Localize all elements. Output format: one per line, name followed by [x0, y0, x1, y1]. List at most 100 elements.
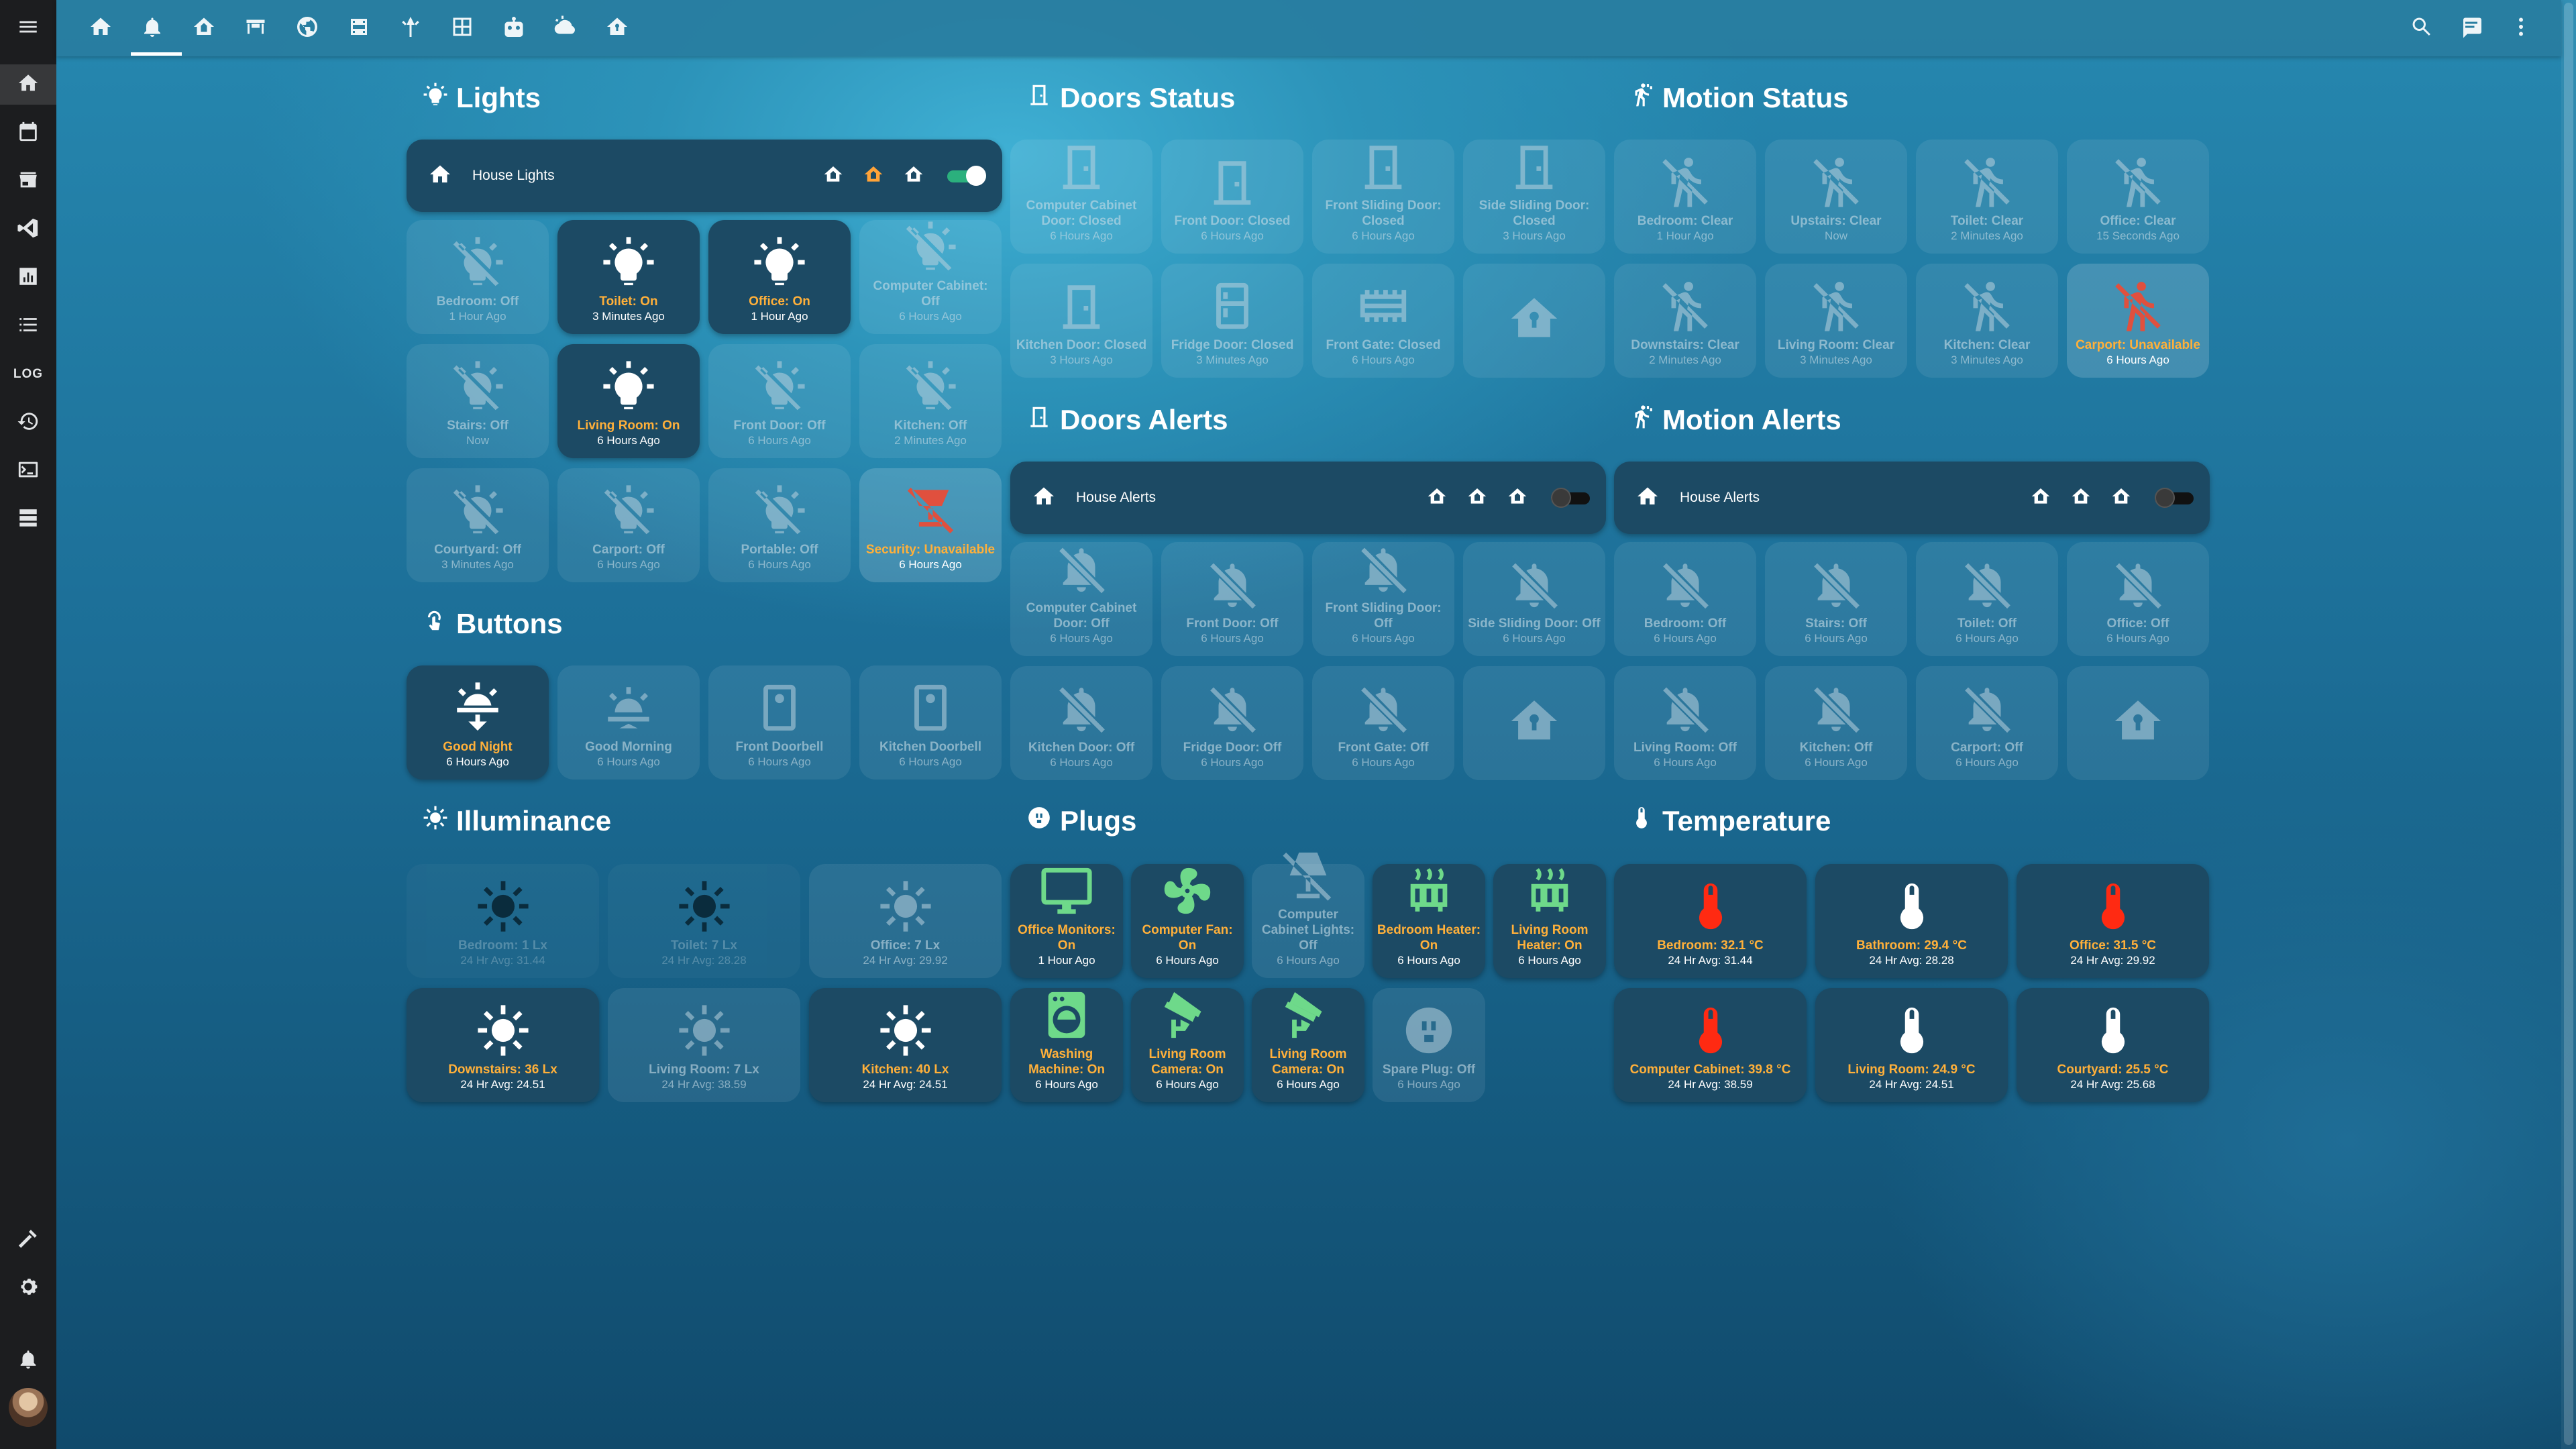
- temperature-tile[interactable]: Living Room: 24.9 °C 24 Hr Avg: 24.51: [1815, 988, 2008, 1102]
- scrollbar-thumb[interactable]: [2564, 3, 2573, 1445]
- lights-tile[interactable]: Courtyard: Off 3 Minutes Ago: [407, 468, 549, 582]
- motion-alerts-tile[interactable]: [2067, 666, 2209, 780]
- lights-tile[interactable]: Carport: Off 6 Hours Ago: [557, 468, 700, 582]
- sidebar-item-menu[interactable]: [0, 8, 56, 48]
- house-on-icon[interactable]: [1488, 486, 1528, 511]
- motion-status-tile[interactable]: Office: Clear 15 Seconds Ago: [2067, 140, 2209, 254]
- house-lights-control[interactable]: House Lights: [407, 140, 1002, 212]
- doors-alerts-tile[interactable]: Side Sliding Door: Off 6 Hours Ago: [1463, 542, 1605, 656]
- motion-status-tile[interactable]: Upstairs: Clear Now: [1765, 140, 1907, 254]
- search-button[interactable]: [2402, 8, 2442, 48]
- illuminance-tile[interactable]: Living Room: 7 Lx 24 Hr Avg: 38.59: [608, 988, 800, 1102]
- lights-tile[interactable]: Kitchen: Off 2 Minutes Ago: [859, 344, 1002, 458]
- sidebar-item-home[interactable]: [0, 64, 56, 105]
- sidebar-item-store[interactable]: [0, 161, 56, 201]
- motion-alerts-tile[interactable]: Stairs: Off 6 Hours Ago: [1765, 542, 1907, 656]
- house-active-icon[interactable]: [1448, 486, 1488, 511]
- motion-alerts-tile[interactable]: Living Room: Off 6 Hours Ago: [1614, 666, 1756, 780]
- lights-tile[interactable]: Stairs: Off Now: [407, 344, 549, 458]
- house-active-icon[interactable]: [2051, 486, 2092, 511]
- chat-button[interactable]: [2451, 8, 2491, 48]
- plugs-tile[interactable]: Office Monitors: On 1 Hour Ago: [1010, 864, 1123, 978]
- temperature-tile[interactable]: Computer Cabinet: 39.8 °C 24 Hr Avg: 38.5…: [1614, 988, 1807, 1102]
- view-tab-10[interactable]: [545, 8, 586, 48]
- lights-tile[interactable]: Portable: Off 6 Hours Ago: [708, 468, 851, 582]
- plugs-tile[interactable]: Living Room Camera: On 6 Hours Ago: [1131, 988, 1244, 1102]
- sidebar-item-hammer[interactable]: [0, 1220, 56, 1260]
- sidebar-item-history[interactable]: [0, 402, 56, 443]
- temperature-tile[interactable]: Bathroom: 29.4 °C 24 Hr Avg: 28.28: [1815, 864, 2008, 978]
- lights-tile[interactable]: Computer Cabinet: Off 6 Hours Ago: [859, 220, 1002, 334]
- temperature-tile[interactable]: Office: 31.5 °C 24 Hr Avg: 29.92: [2017, 864, 2209, 978]
- illuminance-tile[interactable]: Kitchen: 40 Lx 24 Hr Avg: 24.51: [809, 988, 1002, 1102]
- buttons-tile[interactable]: Front Doorbell 6 Hours Ago: [708, 665, 851, 780]
- sidebar-item-server[interactable]: [0, 499, 56, 539]
- illuminance-tile[interactable]: Bedroom: 1 Lx 24 Hr Avg: 31.44: [407, 864, 599, 978]
- doors-alerts-tile[interactable]: [1463, 666, 1605, 780]
- lights-tile[interactable]: Bedroom: Off 1 Hour Ago: [407, 220, 549, 334]
- lights-tile[interactable]: Office: On 1 Hour Ago: [708, 220, 851, 334]
- temperature-tile[interactable]: Bedroom: 32.1 °C 24 Hr Avg: 31.44: [1614, 864, 1807, 978]
- house-active-icon[interactable]: [844, 164, 884, 189]
- doors-status-tile[interactable]: Front Sliding Door: Closed 6 Hours Ago: [1312, 140, 1454, 254]
- motion-alerts-tile[interactable]: Office: Off 6 Hours Ago: [2067, 542, 2209, 656]
- house-off-icon[interactable]: [1407, 486, 1448, 511]
- view-tab-8[interactable]: [442, 8, 482, 48]
- view-tab-2[interactable]: [132, 8, 172, 48]
- lights-tile[interactable]: Front Door: Off 6 Hours Ago: [708, 344, 851, 458]
- dots-vertical-button[interactable]: [2501, 8, 2541, 48]
- buttons-tile[interactable]: Kitchen Doorbell 6 Hours Ago: [859, 665, 1002, 780]
- motion-alerts-tile[interactable]: Bedroom: Off 6 Hours Ago: [1614, 542, 1756, 656]
- motion-status-tile[interactable]: Downstairs: Clear 2 Minutes Ago: [1614, 264, 1756, 378]
- lights-tile[interactable]: Living Room: On 6 Hours Ago: [557, 344, 700, 458]
- motion-alerts-tile[interactable]: Carport: Off 6 Hours Ago: [1916, 666, 2058, 780]
- doors-alerts-tile[interactable]: Kitchen Door: Off 6 Hours Ago: [1010, 666, 1152, 780]
- plugs-tile[interactable]: Living Room Camera: On 6 Hours Ago: [1252, 988, 1364, 1102]
- house-off-icon[interactable]: [2011, 486, 2051, 511]
- view-tab-5[interactable]: [287, 8, 327, 48]
- sidebar-item-calendar[interactable]: [0, 113, 56, 153]
- sidebar-item-chart[interactable]: [0, 258, 56, 298]
- lights-tile[interactable]: Toilet: On 3 Minutes Ago: [557, 220, 700, 334]
- plugs-tile[interactable]: Computer Fan: On 6 Hours Ago: [1131, 864, 1244, 978]
- motion-status-tile[interactable]: Carport: Unavailable 6 Hours Ago: [2067, 264, 2209, 378]
- doors-alerts-tile[interactable]: Fridge Door: Off 6 Hours Ago: [1161, 666, 1303, 780]
- doors-status-tile[interactable]: Fridge Door: Closed 3 Minutes Ago: [1161, 264, 1303, 378]
- view-tab-1[interactable]: [80, 8, 121, 48]
- doors-alerts-tile[interactable]: Front Door: Off 6 Hours Ago: [1161, 542, 1303, 656]
- doors-status-tile[interactable]: Kitchen Door: Closed 3 Hours Ago: [1010, 264, 1152, 378]
- motion-status-tile[interactable]: Bedroom: Clear 1 Hour Ago: [1614, 140, 1756, 254]
- doors-alerts-tile[interactable]: Front Sliding Door: Off 6 Hours Ago: [1312, 542, 1454, 656]
- motion-status-tile[interactable]: Living Room: Clear 3 Minutes Ago: [1765, 264, 1907, 378]
- illuminance-tile[interactable]: Office: 7 Lx 24 Hr Avg: 29.92: [809, 864, 1002, 978]
- plugs-tile[interactable]: Spare Plug: Off 6 Hours Ago: [1373, 988, 1485, 1102]
- view-tab-6[interactable]: [339, 8, 379, 48]
- house-on-icon[interactable]: [2092, 486, 2132, 511]
- illuminance-tile[interactable]: Downstairs: 36 Lx 24 Hr Avg: 24.51: [407, 988, 599, 1102]
- view-tab-9[interactable]: [494, 8, 534, 48]
- illuminance-tile[interactable]: Toilet: 7 Lx 24 Hr Avg: 28.28: [608, 864, 800, 978]
- motion-alerts-toggle[interactable]: [2155, 488, 2194, 508]
- sidebar-item-terminal[interactable]: [0, 451, 56, 491]
- doors-status-tile[interactable]: Side Sliding Door: Closed 3 Hours Ago: [1463, 140, 1605, 254]
- doors-alerts-tile[interactable]: Computer Cabinet Door: Off 6 Hours Ago: [1010, 542, 1152, 656]
- plugs-tile[interactable]: Computer Cabinet Lights: Off 6 Hours Ago: [1252, 852, 1364, 978]
- sidebar-item-list[interactable]: [0, 306, 56, 346]
- buttons-tile[interactable]: Good Morning 6 Hours Ago: [557, 665, 700, 780]
- view-tab-11[interactable]: [597, 8, 637, 48]
- doors-alerts-tile[interactable]: Front Gate: Off 6 Hours Ago: [1312, 666, 1454, 780]
- sidebar-item-vscode[interactable]: [0, 209, 56, 250]
- lights-tile[interactable]: Security: Unavailable 6 Hours Ago: [859, 468, 1002, 582]
- door-alerts-toggle[interactable]: [1551, 488, 1590, 508]
- motion-alerts-control[interactable]: House Alerts: [1614, 462, 2210, 534]
- plugs-tile[interactable]: Bedroom Heater: On 6 Hours Ago: [1373, 864, 1485, 978]
- sidebar-item-bell[interactable]: [0, 1340, 56, 1381]
- house-lights-toggle[interactable]: [947, 166, 986, 186]
- doors-status-tile[interactable]: [1463, 264, 1605, 378]
- motion-status-tile[interactable]: Toilet: Clear 2 Minutes Ago: [1916, 140, 2058, 254]
- doors-status-tile[interactable]: Front Door: Closed 6 Hours Ago: [1161, 140, 1303, 254]
- temperature-tile[interactable]: Courtyard: 25.5 °C 24 Hr Avg: 25.68: [2017, 988, 2209, 1102]
- avatar[interactable]: [0, 1387, 56, 1428]
- view-tab-7[interactable]: [390, 8, 431, 48]
- motion-status-tile[interactable]: Kitchen: Clear 3 Minutes Ago: [1916, 264, 2058, 378]
